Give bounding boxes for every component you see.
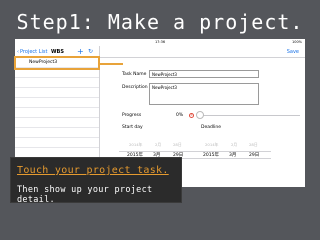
progress-value: 0% — [176, 113, 184, 118]
detail-nav-bar: Save — [100, 46, 305, 58]
status-bar: 17:36 100% — [15, 39, 305, 45]
description-field[interactable]: NewProject3 — [149, 83, 259, 105]
caption-instruction: Touch your project task. — [17, 165, 169, 176]
plus-icon[interactable]: + — [77, 47, 84, 56]
progress-slider[interactable] — [200, 115, 300, 116]
slide-title: Step1: Make a project. — [16, 10, 304, 34]
picker-selected-row: 2015年 3月 29日 — [195, 151, 271, 159]
deadline-label: Deadline — [201, 125, 221, 130]
empty-row — [15, 138, 99, 148]
caption-detail: Then show up your project detail. — [17, 185, 153, 205]
empty-row — [15, 78, 99, 88]
progress-label: Progress — [122, 113, 142, 118]
empty-row — [15, 118, 99, 128]
task-name-field[interactable]: NewProject3 — [149, 70, 259, 78]
deadline-month: 3月 — [229, 153, 237, 158]
deadline-date-picker[interactable]: 2014年 2月 28日 2015年 3月 29日 — [195, 135, 271, 165]
empty-row — [15, 128, 99, 138]
task-name-label: Task Name — [122, 72, 147, 77]
back-button[interactable]: ‹Project List — [17, 49, 47, 55]
chevron-left-icon: ‹ — [17, 49, 19, 55]
highlight-connector-line — [99, 63, 123, 65]
save-button[interactable]: Save — [287, 49, 299, 55]
description-label: Description — [122, 85, 148, 90]
start-day-label: Start day — [122, 125, 143, 130]
progress-slider-thumb[interactable] — [196, 111, 204, 119]
caption-panel: Touch your project task. Then show up yo… — [10, 157, 182, 205]
status-time: 17:36 — [154, 40, 166, 44]
task-highlight-box — [14, 56, 100, 70]
master-title: WBS — [51, 49, 64, 55]
empty-row — [15, 98, 99, 108]
empty-row — [15, 88, 99, 98]
empty-row — [15, 108, 99, 118]
deadline-day: 29日 — [249, 153, 260, 158]
deadline-year: 2015年 — [203, 153, 219, 158]
refresh-icon[interactable]: ↻ — [88, 48, 93, 55]
reset-icon[interactable]: ✕ — [189, 113, 194, 118]
back-button-label: Project List — [20, 49, 48, 55]
battery-indicator: 100% — [291, 40, 302, 44]
